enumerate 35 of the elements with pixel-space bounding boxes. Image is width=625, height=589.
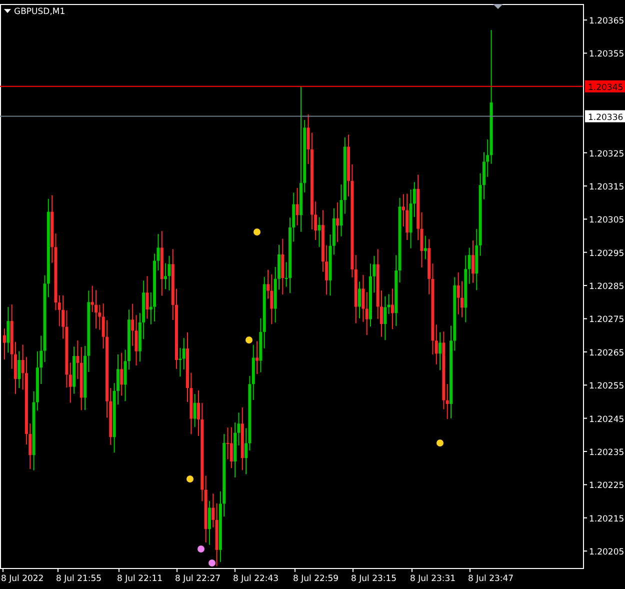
time-label: 8 Jul 23:31 (410, 574, 456, 584)
price-label: 1.20255 (589, 382, 624, 392)
shift-marker-icon (493, 4, 503, 9)
time-label: 8 Jul 22:59 (293, 574, 339, 584)
dropdown-icon[interactable] (4, 9, 11, 13)
time-label: 8 Jul 23:47 (468, 574, 514, 584)
price-label: 1.20315 (589, 182, 624, 192)
price-label: 1.20305 (589, 216, 624, 226)
chart-title: GBPUSD,M1 (14, 7, 66, 17)
price-label: 1.20285 (589, 282, 624, 292)
time-label: 8 Jul 21:55 (56, 574, 102, 584)
price-label: 1.20225 (589, 481, 624, 492)
price-label: 1.20365 (589, 16, 624, 26)
price-label: 1.20275 (589, 315, 624, 326)
price-label: 1.20245 (589, 414, 624, 425)
indicator-dot (254, 228, 260, 236)
price-label: 1.20295 (589, 248, 624, 259)
indicator-dot (246, 336, 252, 344)
indicator-dot (198, 546, 204, 552)
price-label: 1.20325 (589, 149, 624, 160)
time-label: 8 Jul 22:27 (175, 574, 221, 584)
time-label: 8 Jul 22:11 (117, 574, 163, 584)
time-label: 8 Jul 23:15 (351, 574, 397, 584)
indicator-dot (186, 476, 194, 482)
price-label: 1.20215 (589, 514, 624, 524)
price-label: 1.20205 (589, 548, 624, 558)
indicator-dot (436, 440, 444, 446)
time-label: 8 Jul 22:43 (233, 574, 279, 584)
price-label: 1.20235 (589, 448, 624, 458)
time-label: 8 Jul 2022 (1, 574, 44, 584)
bid-price-tag: 1.20336 (585, 110, 625, 123)
ask-price-tag: 1.20345 (585, 80, 625, 93)
price-label: 1.20265 (589, 348, 624, 358)
price-label: 1.20355 (589, 50, 624, 60)
indicator-dot (208, 560, 216, 566)
